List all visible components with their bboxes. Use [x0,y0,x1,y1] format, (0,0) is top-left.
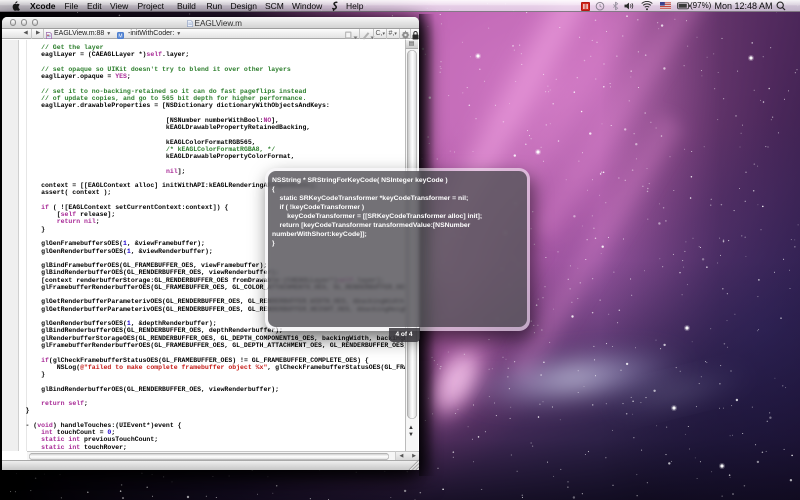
svg-text:M: M [118,33,122,39]
